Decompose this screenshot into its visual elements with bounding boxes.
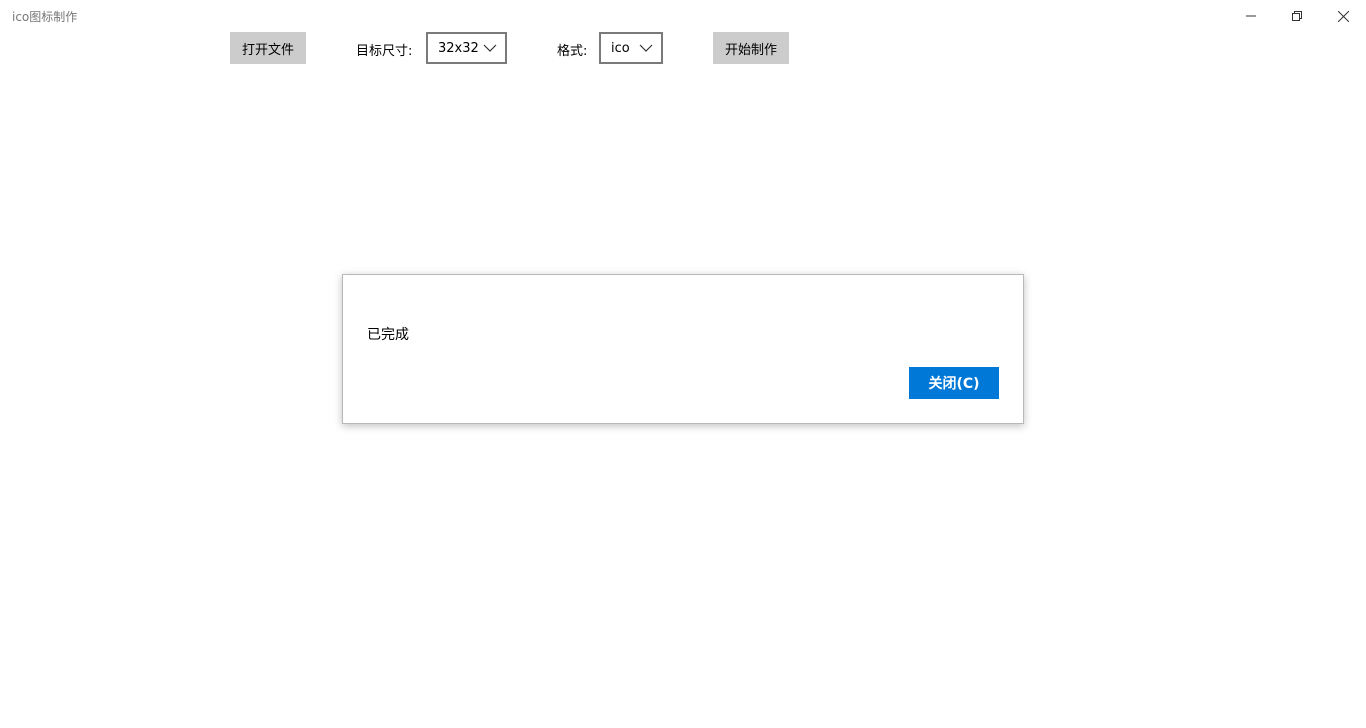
title-bar: ico图标制作 (0, 0, 1366, 32)
minimize-icon (1246, 15, 1256, 17)
close-icon (1337, 10, 1349, 22)
start-button[interactable]: 开始制作 (713, 32, 789, 64)
close-window-button[interactable] (1320, 0, 1366, 32)
restore-icon (1292, 11, 1302, 21)
restore-button[interactable] (1274, 0, 1320, 32)
app-title: ico图标制作 (12, 10, 78, 24)
minimize-button[interactable] (1228, 0, 1274, 32)
app-window: ico图标制作 打开文件 目标尺寸: 32x32 格式: ico 开始制作 已完… (0, 0, 1366, 728)
format-label: 格式: (557, 44, 588, 59)
chevron-down-icon (639, 43, 653, 53)
dialog-message: 已完成 (367, 327, 409, 343)
target-size-label: 目标尺寸: (356, 44, 413, 59)
target-size-select[interactable]: 32x32 (426, 32, 507, 64)
format-value: ico (611, 40, 630, 56)
target-size-value: 32x32 (438, 40, 479, 56)
open-file-button[interactable]: 打开文件 (230, 32, 306, 64)
completion-dialog: 已完成 关闭(C) (342, 274, 1024, 424)
chevron-down-icon (483, 43, 497, 53)
format-select[interactable]: ico (599, 32, 663, 64)
dialog-close-button[interactable]: 关闭(C) (909, 367, 999, 399)
